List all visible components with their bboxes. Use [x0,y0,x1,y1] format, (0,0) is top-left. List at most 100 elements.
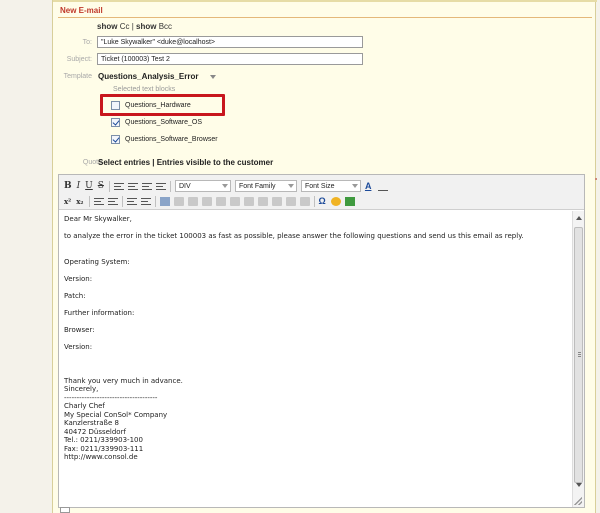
text-block-checkbox[interactable] [111,118,120,127]
body-line: Operating System: [64,257,130,266]
template-label: Template [63,73,92,80]
editor-toolbar: B I U S DIV Font Family Font Size A x² x… [59,175,584,210]
scroll-thumb[interactable] [574,227,583,483]
expand-button[interactable] [60,507,70,513]
font-family-select[interactable]: Font Family [234,180,297,192]
superscript-button[interactable]: x² [64,197,71,206]
body-line [64,224,565,233]
text-block-item[interactable]: Questions_Software_Browser [111,135,218,144]
body-line [64,368,565,377]
insert-row-before-icon[interactable] [243,196,254,206]
body-line: 40472 Düsseldorf [64,427,126,436]
highlight-box [100,94,225,116]
body-line: Tel.: 0211/339903-100 [64,436,143,444]
text-block-label: Questions_Software_OS [125,119,203,126]
body-line: ------------------------------------- [64,393,158,402]
align-center-icon[interactable] [127,181,138,191]
edit-image-icon[interactable] [159,196,170,206]
body-line: Version: [64,274,93,283]
body-line: http://www.consol.de [64,453,138,461]
body-line: to analyze the error in the ticket 10000… [64,232,524,240]
outdent-icon[interactable] [126,196,137,206]
body-line [64,334,565,343]
cc-bcc-row: show Cc | show Bcc [97,22,172,31]
show-bcc-link[interactable]: show [136,22,156,31]
delete-row-icon[interactable] [271,196,282,206]
body-line [64,317,565,326]
underline-button[interactable]: U [85,181,93,191]
emoticon-icon[interactable] [330,196,341,206]
split-cells-icon[interactable] [229,196,240,206]
text-block-checkbox[interactable] [111,135,120,144]
format-select-value: DIV [178,183,191,190]
insert-column-icon[interactable] [285,196,296,206]
to-field[interactable]: "Luke Skywalker" <duke@localhost> [97,36,363,48]
body-line: My Special ConSol* Company [64,410,168,419]
email-form-panel: New E-mail show Cc | show Bcc To: "Luke … [52,0,597,513]
scrollbar[interactable] [572,211,584,507]
toolbar-separator [154,195,156,207]
table-icon[interactable] [173,196,184,206]
toolbar-separator [169,180,171,192]
special-char-button[interactable]: Ω [319,196,326,206]
body-line: Further information: [64,308,135,317]
body-line [64,300,565,309]
body-line [64,266,565,275]
delete-column-icon[interactable] [299,196,310,206]
numbered-list-icon[interactable] [107,196,118,206]
body-line [64,241,565,250]
bold-button[interactable]: B [64,181,72,191]
body-line: Sincerely, [64,385,99,393]
rich-text-editor: B I U S DIV Font Family Font Size A x² x… [58,174,585,508]
body-line: Thank you very much in advance. [64,376,183,385]
scroll-down-icon[interactable] [576,483,582,487]
italic-button[interactable]: I [77,181,81,191]
toolbar-separator [108,180,110,192]
quote-label: Quote [82,159,102,166]
to-label: To: [82,39,92,46]
chevron-down-icon [351,184,358,188]
body-line: Kanzlerstraße 8 [64,419,119,427]
selected-blocks-label: Selected text blocks [113,86,176,93]
quote-options[interactable]: Select entries | Entries visible to the … [98,158,273,167]
font-family-value: Font Family [238,183,276,190]
resize-handle-icon[interactable] [574,497,582,505]
align-left-icon[interactable] [113,181,124,191]
table-column-icon[interactable] [201,196,212,206]
indent-icon[interactable] [140,196,151,206]
body-line [64,351,565,360]
bcc-label: Bcc [158,22,173,31]
insert-media-icon[interactable] [344,196,355,206]
align-justify-icon[interactable] [155,181,166,191]
highlight-color-icon[interactable] [376,181,391,191]
body-line: Browser: [64,325,95,334]
subscript-button[interactable]: x₂ [76,197,83,206]
merge-cells-icon[interactable] [215,196,226,206]
show-cc-link[interactable]: show [97,22,117,31]
strikethrough-button[interactable]: S [98,181,104,191]
chevron-down-icon [287,184,294,188]
text-block-label: Questions_Software_Browser [125,136,218,143]
section-title: New E-mail [60,6,103,15]
body-line: Patch: [64,291,86,300]
top-border [53,0,597,2]
table-row-icon[interactable] [187,196,198,206]
chevron-down-icon[interactable] [210,75,216,79]
font-size-value: Font Size [304,183,335,190]
format-select[interactable]: DIV [174,180,231,192]
toolbar-separator [88,195,90,207]
text-block-item[interactable]: Questions_Software_OS [111,118,202,127]
body-line: Version: [64,342,93,351]
template-select[interactable]: Questions_Analysis_Error [98,72,198,81]
bullet-list-icon[interactable] [93,196,104,206]
font-size-select[interactable]: Font Size [300,180,361,192]
insert-row-after-icon[interactable] [257,196,268,206]
align-right-icon[interactable] [141,181,152,191]
subject-field[interactable]: Ticket (100003) Test 2 [97,53,363,65]
grip-icon [578,352,581,357]
section-divider [58,17,592,18]
email-body[interactable]: Dear Mr Skywalker, to analyze the error … [59,211,570,507]
chevron-down-icon [221,184,228,188]
font-color-button[interactable]: A [365,181,372,191]
scroll-up-icon[interactable] [576,216,582,220]
